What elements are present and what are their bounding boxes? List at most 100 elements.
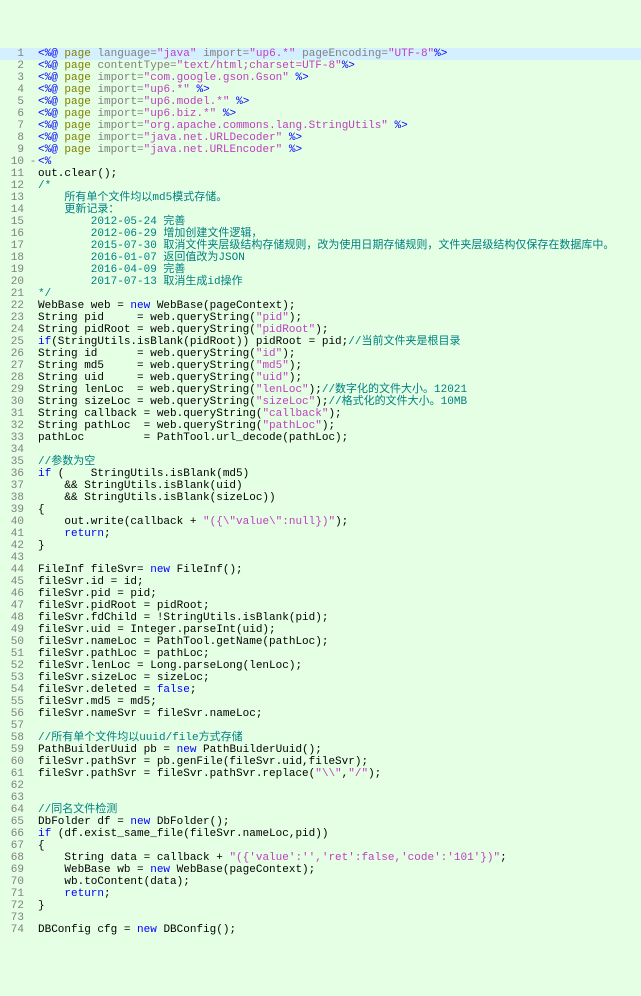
fold-marker[interactable] <box>28 768 38 780</box>
fold-marker[interactable] <box>28 528 38 540</box>
code-content[interactable]: if (df.exist_same_file(fileSvr.nameLoc,p… <box>38 828 328 840</box>
fold-marker[interactable] <box>28 72 38 84</box>
code-content[interactable]: String lenLoc = web.queryString("lenLoc"… <box>38 384 467 396</box>
fold-marker[interactable] <box>28 300 38 312</box>
code-content[interactable]: 所有单个文件均以md5模式存储。 <box>38 192 227 204</box>
fold-marker[interactable] <box>28 120 38 132</box>
fold-marker[interactable] <box>28 192 38 204</box>
code-content[interactable]: fileSvr.fdChild = !StringUtils.isBlank(p… <box>38 612 328 624</box>
fold-marker[interactable] <box>28 180 38 192</box>
fold-marker[interactable] <box>28 144 38 156</box>
fold-marker[interactable] <box>28 480 38 492</box>
fold-marker[interactable] <box>28 312 38 324</box>
fold-marker[interactable] <box>28 756 38 768</box>
fold-marker[interactable] <box>28 336 38 348</box>
fold-marker[interactable] <box>28 816 38 828</box>
code-content[interactable]: && StringUtils.isBlank(sizeLoc)) <box>38 492 276 504</box>
fold-marker[interactable] <box>28 444 38 456</box>
fold-marker[interactable] <box>28 612 38 624</box>
code-content[interactable]: WebBase web = new WebBase(pageContext); <box>38 300 295 312</box>
fold-marker[interactable] <box>28 372 38 384</box>
code-content[interactable]: String data = callback + "({'value':'','… <box>38 852 507 864</box>
code-content[interactable]: <%@ page contentType="text/html;charset=… <box>38 60 355 72</box>
fold-marker[interactable] <box>28 672 38 684</box>
code-content[interactable]: //所有单个文件均以uuid/file方式存储 <box>38 732 243 744</box>
code-content[interactable]: 2016-04-09 完善 <box>38 264 185 276</box>
fold-marker[interactable] <box>28 276 38 288</box>
code-content[interactable]: /* <box>38 180 51 192</box>
fold-marker[interactable] <box>28 132 38 144</box>
fold-marker[interactable] <box>28 540 38 552</box>
code-content[interactable]: <%@ page import="org.apache.commons.lang… <box>38 120 408 132</box>
fold-marker[interactable] <box>28 648 38 660</box>
code-content[interactable]: fileSvr.md5 = md5; <box>38 696 157 708</box>
code-content[interactable]: <%@ page import="java.net.URLDecoder" %> <box>38 132 302 144</box>
code-content[interactable]: fileSvr.pathLoc = pathLoc; <box>38 648 210 660</box>
code-content[interactable]: fileSvr.pidRoot = pidRoot; <box>38 600 210 612</box>
code-content[interactable]: PathBuilderUuid pb = new PathBuilderUuid… <box>38 744 322 756</box>
code-content[interactable]: WebBase wb = new WebBase(pageContext); <box>38 864 315 876</box>
code-content[interactable]: String pathLoc = web.queryString("pathLo… <box>38 420 335 432</box>
fold-marker[interactable] <box>28 828 38 840</box>
code-content[interactable]: <% <box>38 156 51 168</box>
code-content[interactable]: //参数为空 <box>38 456 95 468</box>
code-content[interactable]: fileSvr.pid = pid; <box>38 588 157 600</box>
code-content[interactable]: wb.toContent(data); <box>38 876 190 888</box>
fold-marker[interactable] <box>28 720 38 732</box>
fold-marker[interactable] <box>28 84 38 96</box>
code-content[interactable]: return; <box>38 888 111 900</box>
code-content[interactable]: if(StringUtils.isBlank(pidRoot)) pidRoot… <box>38 336 460 348</box>
fold-marker[interactable] <box>28 924 38 936</box>
fold-marker[interactable] <box>28 576 38 588</box>
code-content[interactable]: String uid = web.queryString("uid"); <box>38 372 302 384</box>
code-content[interactable]: <%@ page import="up6.model.*" %> <box>38 96 249 108</box>
fold-marker[interactable] <box>28 744 38 756</box>
fold-marker[interactable] <box>28 324 38 336</box>
code-content[interactable]: { <box>38 840 45 852</box>
code-content[interactable]: <%@ page import="com.google.gson.Gson" %… <box>38 72 309 84</box>
fold-marker[interactable] <box>28 264 38 276</box>
fold-marker[interactable] <box>28 240 38 252</box>
fold-marker[interactable] <box>28 384 38 396</box>
code-content[interactable]: String pid = web.queryString("pid"); <box>38 312 302 324</box>
fold-marker[interactable] <box>28 396 38 408</box>
fold-marker[interactable] <box>28 492 38 504</box>
code-content[interactable]: String md5 = web.queryString("md5"); <box>38 360 302 372</box>
code-content[interactable]: { <box>38 504 45 516</box>
fold-marker[interactable] <box>28 216 38 228</box>
fold-marker[interactable] <box>28 252 38 264</box>
fold-marker[interactable] <box>28 504 38 516</box>
code-content[interactable]: 2012-06-29 增加创建文件逻辑， <box>38 228 262 240</box>
fold-marker[interactable] <box>28 864 38 876</box>
fold-marker[interactable] <box>28 432 38 444</box>
fold-marker[interactable] <box>28 228 38 240</box>
code-content[interactable]: fileSvr.nameLoc = PathTool.getName(pathL… <box>38 636 328 648</box>
code-content[interactable]: String sizeLoc = web.queryString("sizeLo… <box>38 396 467 408</box>
code-content[interactable]: <%@ page import="up6.*" %> <box>38 84 210 96</box>
code-content[interactable]: String id = web.queryString("id"); <box>38 348 295 360</box>
code-content[interactable]: FileInf fileSvr= new FileInf(); <box>38 564 243 576</box>
code-content[interactable]: fileSvr.pathSvr = pb.genFile(fileSvr.uid… <box>38 756 368 768</box>
code-content[interactable]: if ( StringUtils.isBlank(md5) <box>38 468 249 480</box>
code-content[interactable]: fileSvr.lenLoc = Long.parseLong(lenLoc); <box>38 660 302 672</box>
fold-marker[interactable] <box>28 912 38 924</box>
fold-marker[interactable] <box>28 888 38 900</box>
code-content[interactable]: 2015-07-30 取消文件夹层级结构存储规则，改为使用日期存储规则，文件夹层… <box>38 240 614 252</box>
code-content[interactable]: fileSvr.id = id; <box>38 576 144 588</box>
fold-marker[interactable] <box>28 708 38 720</box>
fold-marker[interactable] <box>28 804 38 816</box>
fold-marker[interactable] <box>28 600 38 612</box>
code-content[interactable]: && StringUtils.isBlank(uid) <box>38 480 243 492</box>
fold-marker[interactable] <box>28 564 38 576</box>
fold-marker[interactable] <box>28 168 38 180</box>
code-content[interactable]: fileSvr.sizeLoc = sizeLoc; <box>38 672 210 684</box>
fold-marker[interactable] <box>28 636 38 648</box>
code-content[interactable]: */ <box>38 288 51 300</box>
fold-marker[interactable] <box>28 108 38 120</box>
code-content[interactable]: fileSvr.deleted = false; <box>38 684 196 696</box>
fold-marker[interactable] <box>28 468 38 480</box>
code-content[interactable]: <%@ page language="java" import="up6.*" … <box>38 48 447 60</box>
code-content[interactable]: DbFolder df = new DbFolder(); <box>38 816 229 828</box>
code-content[interactable]: //同名文件检测 <box>38 804 117 816</box>
code-content[interactable]: pathLoc = PathTool.url_decode(pathLoc); <box>38 432 348 444</box>
